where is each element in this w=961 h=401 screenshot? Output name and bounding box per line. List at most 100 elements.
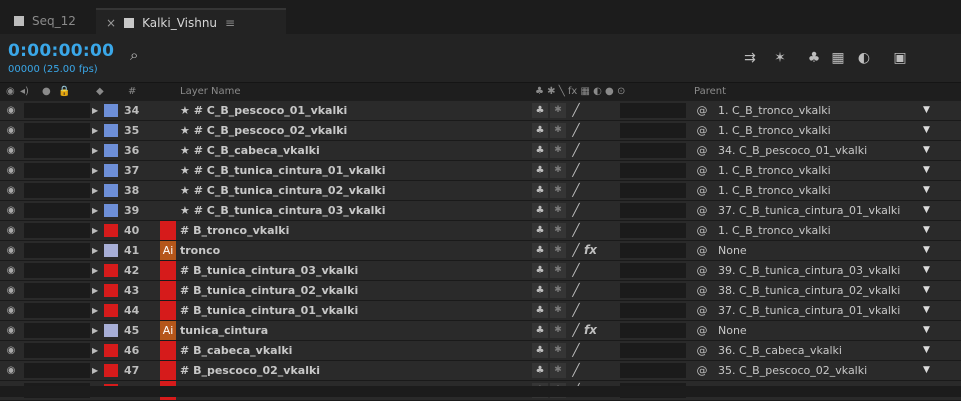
effects-switch[interactable] xyxy=(584,181,602,200)
quality-switch-icon[interactable]: ╱ xyxy=(568,321,584,340)
layer-name[interactable]: # B_cabeca_vkalki xyxy=(180,341,292,360)
effects-switch[interactable] xyxy=(584,301,602,320)
quality-switch-icon[interactable]: ╱ xyxy=(568,141,584,160)
layer-name[interactable]: ★ # C_B_cabeca_vkalki xyxy=(180,141,320,160)
label-color-swatch[interactable] xyxy=(104,324,118,337)
collapse-switch-icon[interactable]: ✱ xyxy=(550,303,566,318)
layer-row[interactable]: ◉ ▶ 42 # B_tunica_cintura_03_vkalki ♣ ✱ … xyxy=(0,261,961,281)
effects-switch[interactable] xyxy=(584,201,602,220)
collapse-switch-icon[interactable]: ✱ xyxy=(550,263,566,278)
visibility-eye-icon[interactable]: ◉ xyxy=(4,301,18,320)
expand-arrow-icon[interactable]: ▶ xyxy=(92,141,100,160)
expand-arrow-icon[interactable]: ▶ xyxy=(92,201,100,220)
label-color-swatch[interactable] xyxy=(104,164,118,177)
layer-row[interactable]: ◉ ▶ 41 Ai tronco ♣ ✱ ╱ fx @ None ▼ xyxy=(0,241,961,261)
layer-row[interactable]: ◉ ▶ 45 Ai tunica_cintura ♣ ✱ ╱ fx @ None… xyxy=(0,321,961,341)
draft-3d-icon[interactable]: ✶ xyxy=(772,50,788,66)
collapse-switch-icon[interactable]: ✱ xyxy=(550,163,566,178)
visibility-eye-icon[interactable]: ◉ xyxy=(4,341,18,360)
visibility-eye-icon[interactable]: ◉ xyxy=(4,181,18,200)
parent-pickwhip-icon[interactable]: @ xyxy=(694,261,710,280)
effects-switch[interactable] xyxy=(584,141,602,160)
layer-switches-cell[interactable] xyxy=(620,223,686,238)
shy-switch-icon[interactable]: ♣ xyxy=(532,303,548,318)
effects-switch[interactable] xyxy=(584,161,602,180)
parent-pickwhip-icon[interactable]: @ xyxy=(694,221,710,240)
chevron-down-icon[interactable]: ▼ xyxy=(923,301,930,320)
lock-icon[interactable]: 🔒 xyxy=(58,86,70,97)
tab-seq-12[interactable]: Seq_12 xyxy=(14,8,76,34)
parent-dropdown[interactable]: 38. C_B_tunica_cintura_02_vkalki xyxy=(718,281,900,300)
quality-switch-icon[interactable]: ╱ xyxy=(568,301,584,320)
av-switches-cell[interactable] xyxy=(24,263,90,278)
shy-switch-icon[interactable]: ♣ xyxy=(532,163,548,178)
shy-switch-icon[interactable]: ♣ xyxy=(532,103,548,118)
visibility-eye-icon[interactable]: ◉ xyxy=(4,161,18,180)
layer-row[interactable]: ◉ ▶ 34 ★ # C_B_pescoco_01_vkalki ♣ ✱ ╱ @… xyxy=(0,101,961,121)
layer-row[interactable]: ◉ ▶ 39 ★ # C_B_tunica_cintura_03_vkalki … xyxy=(0,201,961,221)
chevron-down-icon[interactable]: ▼ xyxy=(923,261,930,280)
layer-name[interactable]: tronco xyxy=(180,241,220,260)
layer-switches-cell[interactable] xyxy=(620,143,686,158)
collapse-switch-icon[interactable]: ✱ xyxy=(550,143,566,158)
chevron-down-icon[interactable]: ▼ xyxy=(923,361,930,380)
shy-switch-icon[interactable]: ♣ xyxy=(532,203,548,218)
layer-row[interactable]: ◉ ▶ 38 ★ # C_B_tunica_cintura_02_vkalki … xyxy=(0,181,961,201)
quality-switch-icon[interactable]: ╱ xyxy=(568,361,584,380)
parent-pickwhip-icon[interactable]: @ xyxy=(694,201,710,220)
quality-switch-icon[interactable]: ╱ xyxy=(568,341,584,360)
composition-mini-flowchart-icon[interactable]: ⇉ xyxy=(742,50,758,66)
layer-switches-cell[interactable] xyxy=(620,123,686,138)
label-color-swatch[interactable] xyxy=(104,204,118,217)
layer-name[interactable]: # B_tunica_cintura_02_vkalki xyxy=(180,281,358,300)
chevron-down-icon[interactable]: ▼ xyxy=(923,181,930,200)
visibility-eye-icon[interactable]: ◉ xyxy=(4,321,18,340)
parent-dropdown[interactable]: 39. C_B_tunica_cintura_03_vkalki xyxy=(718,261,900,280)
parent-pickwhip-icon[interactable]: @ xyxy=(694,121,710,140)
layer-switches-cell[interactable] xyxy=(620,343,686,358)
parent-dropdown[interactable]: 1. C_B_tronco_vkalki xyxy=(718,161,831,180)
parent-pickwhip-icon[interactable]: @ xyxy=(694,241,710,260)
layer-switches-cell[interactable] xyxy=(620,323,686,338)
av-switches-cell[interactable] xyxy=(24,183,90,198)
layer-name-column-header[interactable]: Layer Name xyxy=(180,86,241,97)
collapse-switch-icon[interactable]: ✱ xyxy=(550,343,566,358)
visibility-eye-icon[interactable]: ◉ xyxy=(4,141,18,160)
parent-dropdown[interactable]: 1. C_B_tronco_vkalki xyxy=(718,181,831,200)
layer-name[interactable]: # B_pescoco_02_vkalki xyxy=(180,361,320,380)
parent-dropdown[interactable]: 35. C_B_pescoco_02_vkalki xyxy=(718,361,867,380)
graph-editor-icon[interactable]: ▣ xyxy=(892,50,908,66)
parent-dropdown[interactable]: 36. C_B_cabeca_vkalki xyxy=(718,341,842,360)
label-color-swatch[interactable] xyxy=(104,104,118,117)
layer-switches-cell[interactable] xyxy=(620,163,686,178)
av-switches-cell[interactable] xyxy=(24,303,90,318)
parent-column-header[interactable]: Parent xyxy=(694,86,726,97)
chevron-down-icon[interactable]: ▼ xyxy=(923,281,930,300)
expand-arrow-icon[interactable]: ▶ xyxy=(92,361,100,380)
av-switches-cell[interactable] xyxy=(24,143,90,158)
layer-name[interactable]: # B_tunica_cintura_03_vkalki xyxy=(180,261,358,280)
layer-switches-cell[interactable] xyxy=(620,363,686,378)
parent-pickwhip-icon[interactable]: @ xyxy=(694,141,710,160)
quality-switch-icon[interactable]: ╱ xyxy=(568,241,584,260)
effects-switch[interactable] xyxy=(584,281,602,300)
visibility-eye-icon[interactable]: ◉ xyxy=(4,101,18,120)
parent-dropdown[interactable]: None xyxy=(718,321,747,340)
close-icon[interactable]: × xyxy=(106,16,116,30)
chevron-down-icon[interactable]: ▼ xyxy=(923,341,930,360)
parent-pickwhip-icon[interactable]: @ xyxy=(694,101,710,120)
expand-arrow-icon[interactable]: ▶ xyxy=(92,281,100,300)
parent-pickwhip-icon[interactable]: @ xyxy=(694,341,710,360)
layer-row[interactable]: ◉ ▶ 46 # B_cabeca_vkalki ♣ ✱ ╱ @ 36. C_B… xyxy=(0,341,961,361)
layer-name[interactable]: # B_tronco_vkalki xyxy=(180,221,289,240)
quality-switch-icon[interactable]: ╱ xyxy=(568,281,584,300)
layer-row[interactable]: ◉ ▶ 44 # B_tunica_cintura_01_vkalki ♣ ✱ … xyxy=(0,301,961,321)
shy-switch-icon[interactable]: ♣ xyxy=(532,223,548,238)
shy-switch-icon[interactable]: ♣ xyxy=(532,283,548,298)
av-switches-cell[interactable] xyxy=(24,283,90,298)
parent-dropdown[interactable]: 37. C_B_tunica_cintura_01_vkalki xyxy=(718,201,900,220)
effects-switch[interactable] xyxy=(584,361,602,380)
effects-switch[interactable] xyxy=(584,261,602,280)
expand-arrow-icon[interactable]: ▶ xyxy=(92,101,100,120)
shy-switch-icon[interactable]: ♣ xyxy=(532,263,548,278)
